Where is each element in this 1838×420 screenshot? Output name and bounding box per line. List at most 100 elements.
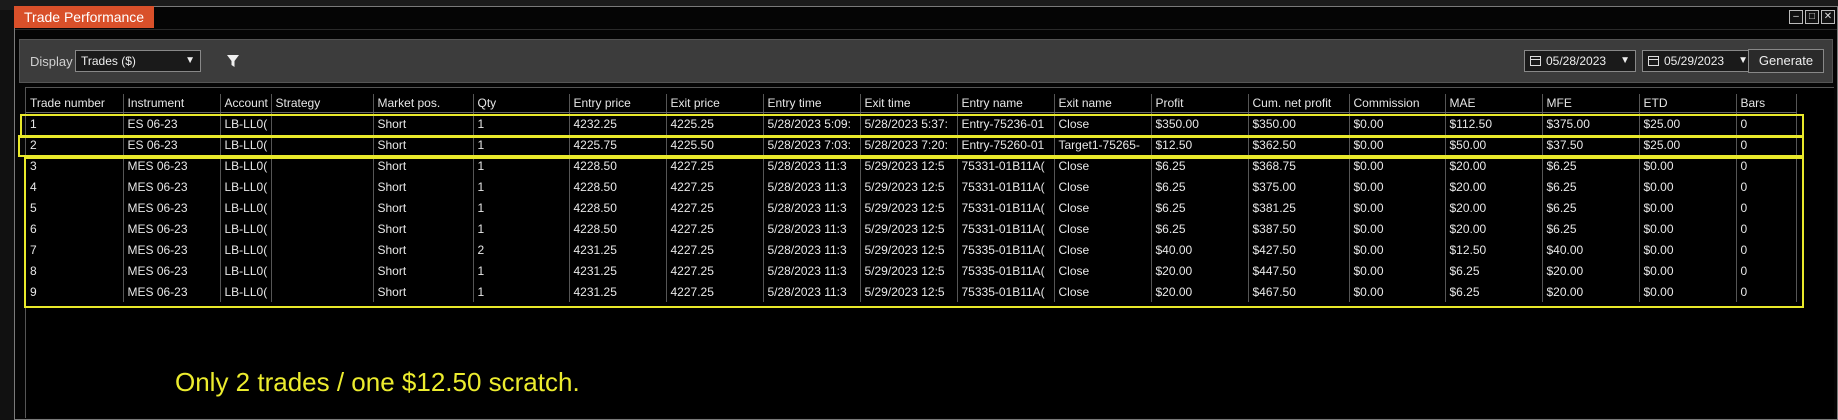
column-header[interactable]: ETD bbox=[1639, 94, 1737, 113]
display-select[interactable]: Trades ($) ▼ bbox=[75, 50, 201, 72]
table-cell: 75331-01B11A( bbox=[957, 197, 1055, 218]
table-cell: 4228.50 bbox=[569, 218, 667, 239]
table-cell: $20.00 bbox=[1542, 281, 1640, 302]
filter-icon[interactable] bbox=[226, 54, 240, 68]
column-header[interactable]: Qty bbox=[473, 94, 570, 113]
calendar-icon bbox=[1648, 56, 1659, 66]
table-cell: $0.00 bbox=[1349, 176, 1446, 197]
table-row[interactable]: 4 MES 06-23 LB-LL0(Short 1 4228.50 4227.25 5/2… bbox=[26, 176, 1797, 197]
table-cell: $6.25 bbox=[1445, 260, 1543, 281]
table-cell: 4227.25 bbox=[666, 281, 764, 302]
column-header[interactable]: Entry time bbox=[763, 94, 861, 113]
table-row[interactable]: 6 MES 06-23 LB-LL0(Short 1 4228.50 4227.25 5/2… bbox=[26, 218, 1797, 239]
window-controls: – □ ✕ bbox=[1789, 10, 1835, 24]
table-cell: MES 06-23 bbox=[123, 197, 221, 218]
table-cell: $25.00 bbox=[1639, 134, 1737, 155]
table-cell: 5/29/2023 12:5 bbox=[860, 218, 958, 239]
table-cell: 9 bbox=[26, 281, 124, 302]
column-header[interactable]: Account bbox=[220, 94, 272, 113]
table-cell: 0 bbox=[1736, 197, 1797, 218]
table-cell: 4225.50 bbox=[666, 134, 764, 155]
table-cell: $375.00 bbox=[1248, 176, 1350, 197]
column-header[interactable]: Strategy bbox=[271, 94, 374, 113]
date-to-value: 05/29/2023 bbox=[1664, 54, 1725, 68]
column-header[interactable]: Cum. net profit bbox=[1248, 94, 1350, 113]
table-cell: Short bbox=[373, 176, 474, 197]
table-cell: 5/29/2023 12:5 bbox=[860, 155, 958, 176]
table-row[interactable]: 2 ES 06-23 LB-LL0(Short 1 4225.75 4225.50 5/28… bbox=[26, 134, 1797, 155]
table-cell: LB-LL0( bbox=[220, 260, 272, 281]
table-cell: 5/29/2023 12:5 bbox=[860, 239, 958, 260]
table-cell: Close bbox=[1054, 281, 1152, 302]
table-cell: 4231.25 bbox=[569, 260, 667, 281]
column-header[interactable]: MFE bbox=[1542, 94, 1640, 113]
column-header[interactable]: Instrument bbox=[123, 94, 221, 113]
table-cell: 8 bbox=[26, 260, 124, 281]
table-cell: Entry-75236-01 bbox=[957, 112, 1055, 134]
table-cell: $40.00 bbox=[1542, 239, 1640, 260]
table-cell: 0 bbox=[1736, 176, 1797, 197]
table-row[interactable]: 5 MES 06-23 LB-LL0(Short 1 4228.50 4227.25 5/2… bbox=[26, 197, 1797, 218]
column-header[interactable]: Bars bbox=[1736, 94, 1797, 113]
maximize-icon[interactable]: □ bbox=[1805, 10, 1819, 24]
table-cell: Close bbox=[1054, 155, 1152, 176]
table-cell: 75335-01B11A( bbox=[957, 239, 1055, 260]
column-header[interactable]: Entry name bbox=[957, 94, 1055, 113]
table-cell: $6.25 bbox=[1542, 155, 1640, 176]
table-cell: MES 06-23 bbox=[123, 260, 221, 281]
table-cell: 4227.25 bbox=[666, 239, 764, 260]
table-cell: 5/28/2023 5:37: bbox=[860, 112, 958, 134]
date-to-picker[interactable]: 05/29/2023 ▼ bbox=[1642, 50, 1754, 72]
table-cell: $375.00 bbox=[1542, 112, 1640, 134]
table-cell: $0.00 bbox=[1349, 260, 1446, 281]
column-header[interactable]: Exit time bbox=[860, 94, 958, 113]
table-row[interactable]: 9 MES 06-23 LB-LL0(Short 1 4231.25 4227.25 5/2… bbox=[26, 281, 1797, 302]
table-cell: $381.25 bbox=[1248, 197, 1350, 218]
table-cell: $0.00 bbox=[1349, 218, 1446, 239]
table-cell: $467.50 bbox=[1248, 281, 1350, 302]
column-header[interactable]: Entry price bbox=[569, 94, 667, 113]
table-cell: Target1-75265- bbox=[1054, 134, 1152, 155]
column-header[interactable]: Profit bbox=[1151, 94, 1249, 113]
column-header[interactable]: Exit price bbox=[666, 94, 764, 113]
table-cell: LB-LL0( bbox=[220, 134, 272, 155]
table-row[interactable]: 7 MES 06-23 LB-LL0(Short 2 4231.25 4227.25 5/2… bbox=[26, 239, 1797, 260]
table-cell: $0.00 bbox=[1349, 197, 1446, 218]
chevron-down-icon: ▼ bbox=[185, 55, 195, 66]
table-cell: Short bbox=[373, 134, 474, 155]
generate-button[interactable]: Generate bbox=[1748, 49, 1824, 73]
table-cell: 5/28/2023 11:3 bbox=[763, 155, 861, 176]
table-cell: 4228.50 bbox=[569, 155, 667, 176]
table-cell bbox=[271, 218, 374, 239]
table-cell bbox=[271, 260, 374, 281]
date-from-picker[interactable]: 05/28/2023 ▼ bbox=[1524, 50, 1636, 72]
table-cell: $0.00 bbox=[1349, 134, 1446, 155]
close-icon[interactable]: ✕ bbox=[1821, 10, 1835, 24]
table-cell: $12.50 bbox=[1445, 239, 1543, 260]
performance-toolbar: Display Trades ($) ▼ 05/28/2023 ▼ 05/29/… bbox=[19, 39, 1833, 83]
column-header[interactable]: Market pos. bbox=[373, 94, 474, 113]
table-cell: 0 bbox=[1736, 112, 1797, 134]
table-cell: Close bbox=[1054, 176, 1152, 197]
table-cell: Short bbox=[373, 197, 474, 218]
table-cell: $112.50 bbox=[1445, 112, 1543, 134]
table-cell: 1 bbox=[473, 197, 570, 218]
table-row[interactable]: 3 MES 06-23 LB-LL0(Short 1 4228.50 4227.25 5/2… bbox=[26, 155, 1797, 176]
column-header[interactable]: Commission bbox=[1349, 94, 1446, 113]
table-cell: $6.25 bbox=[1151, 155, 1249, 176]
table-cell: 5/28/2023 11:3 bbox=[763, 176, 861, 197]
table-row[interactable]: 8 MES 06-23 LB-LL0(Short 1 4231.25 4227.25 5/2… bbox=[26, 260, 1797, 281]
column-header[interactable]: Exit name bbox=[1054, 94, 1152, 113]
table-cell bbox=[271, 155, 374, 176]
table-cell: 4228.50 bbox=[569, 197, 667, 218]
table-cell: 6 bbox=[26, 218, 124, 239]
table-cell: $20.00 bbox=[1445, 155, 1543, 176]
table-cell: 5 bbox=[26, 197, 124, 218]
column-header[interactable]: Trade number bbox=[26, 94, 124, 113]
minimize-icon[interactable]: – bbox=[1789, 10, 1803, 24]
table-cell: $40.00 bbox=[1151, 239, 1249, 260]
table-cell: 0 bbox=[1736, 218, 1797, 239]
column-header[interactable]: MAE bbox=[1445, 94, 1543, 113]
table-row[interactable]: 1 ES 06-23 LB-LL0(Short 1 4232.25 4225.25 5/28… bbox=[26, 112, 1797, 134]
table-cell: 5/29/2023 12:5 bbox=[860, 281, 958, 302]
